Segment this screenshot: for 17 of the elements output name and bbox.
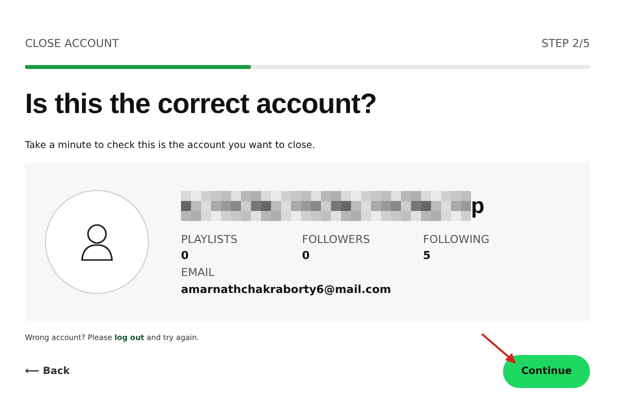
- user-icon: [80, 223, 114, 261]
- page-title: CLOSE ACCOUNT: [25, 37, 119, 50]
- stat-label: PLAYLISTS: [181, 232, 238, 246]
- account-name: p: [471, 192, 484, 218]
- stat-label: FOLLOWING: [423, 232, 490, 246]
- stat-value: 0: [181, 248, 190, 262]
- email-label: EMAIL: [181, 266, 216, 278]
- annotation-arrow: [480, 332, 518, 366]
- stat-value: 5: [423, 248, 432, 262]
- stat-label: FOLLOWERS: [302, 232, 371, 246]
- heading: Is this the correct account?: [25, 88, 378, 120]
- continue-button[interactable]: Continue: [503, 355, 590, 388]
- intro-text: Take a minute to check this is the account you want to close.: [25, 140, 316, 151]
- stat-value: 0: [302, 248, 311, 262]
- step-counter: STEP 2/5: [542, 37, 590, 50]
- back-button[interactable]: ⟵ Back: [25, 366, 70, 377]
- email-value: amarnathchakraborty6@mail.com: [181, 282, 392, 296]
